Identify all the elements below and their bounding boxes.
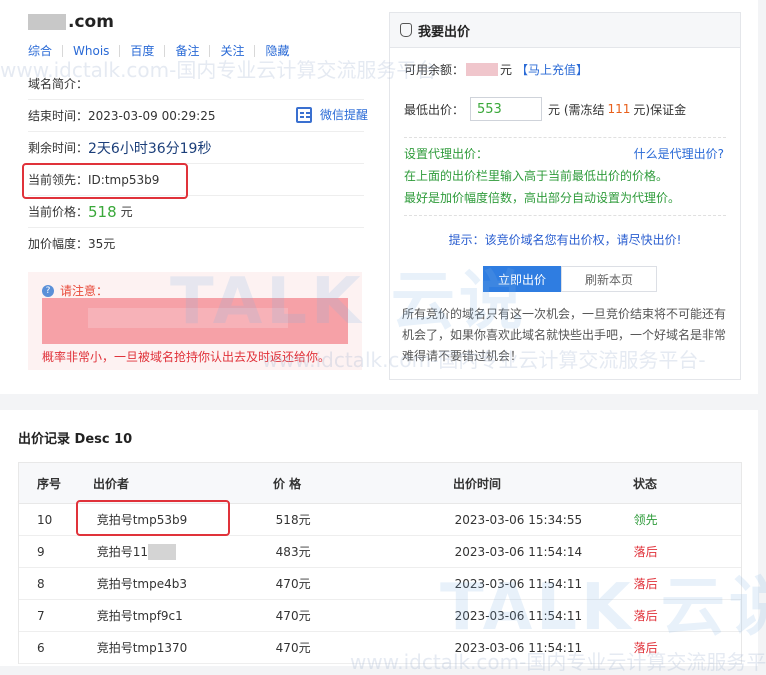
deposit-value: 111 [607, 102, 631, 116]
table-row: 8 竞拍号tmpe4b3 470元 2023-03-06 11:54:11 落后 [19, 568, 741, 600]
header-bidder: 出价者 [93, 476, 130, 491]
bid-panel-title: 我要出价 [418, 24, 471, 40]
link-hide[interactable]: 隐藏 [254, 45, 299, 57]
price-unit: 元 [120, 205, 133, 219]
wechat-reminder-label: 微信提醒 [320, 108, 369, 122]
bid-amount-input[interactable]: 553 [470, 97, 543, 121]
increment-label: 加价幅度： [28, 237, 89, 251]
panel-divider-1 [404, 137, 726, 138]
link-follow[interactable]: 关注 [209, 45, 254, 57]
deposit-post: 元)保证金 [633, 102, 687, 117]
link-note[interactable]: 备注 [164, 45, 209, 57]
link-overview[interactable]: 综合 [28, 45, 62, 57]
table-row: 7 竞拍号tmpf9c1 470元 2023-03-06 11:54:11 落后 [19, 600, 741, 632]
bid-description: 所有竞价的域名只有这一次机会，一旦竞价结束将不可能还有机会了，如果你喜欢此域名就… [402, 307, 727, 363]
status-badge: 落后 [633, 545, 658, 559]
proxy-label: 设置代理出价： [404, 147, 489, 161]
deposit-pre: 元 (需冻结 [548, 102, 605, 117]
proxy-line-1: 在上面的出价栏里输入高于当前最低出价的价格。 [404, 169, 669, 183]
remaining-value: 2天6小时36分19秒 [88, 140, 212, 157]
notice-box: ? 请注意： 概率非常小，一旦被域名抢持你认出去及时返还给你。 [28, 272, 362, 370]
bid-now-button[interactable]: 立即出价 [483, 266, 561, 292]
balance-row: 可用余额： 元 【马上充值】 [404, 61, 588, 78]
leader-highlight-box [22, 163, 188, 199]
min-bid-row: 最低出价： 553 元 (需冻结 111 元)保证金 [404, 97, 686, 121]
header-status: 状态 [633, 476, 658, 491]
end-time-value: 2023-03-09 00:29:25 [88, 108, 216, 123]
records-title: 出价记录 Desc 10 [18, 432, 133, 447]
price-value: 518 [88, 202, 117, 221]
bid-panel: 我要出价 可用余额： 元 【马上充值】 最低出价： 553 元 (需冻结 111… [389, 12, 741, 380]
domain-name: .com [28, 12, 114, 32]
bidder-highlight-box [76, 500, 230, 536]
masked-domain [28, 14, 66, 30]
intro-row: 域名简介： [28, 68, 364, 100]
table-header: 序号 出价者 价 格 出价时间 状态 [19, 463, 741, 504]
refresh-button[interactable]: 刷新本页 [561, 266, 657, 292]
bid-tip: 提示：该竞价域名您有出价权，请尽快出价! [448, 233, 682, 247]
status-badge: 落后 [633, 609, 658, 623]
question-icon: ? [42, 284, 54, 297]
end-time-label: 结束时间： [28, 109, 89, 123]
price-label: 当前价格： [28, 205, 89, 219]
header-price: 价 格 [273, 476, 302, 491]
domain-links: 综合 Whois 百度 备注 关注 隐藏 [28, 45, 299, 57]
notice-text: 概率非常小，一旦被域名抢持你认出去及时返还给你。 [42, 350, 331, 364]
price-row: 当前价格： 518 元 [28, 196, 364, 228]
header-no: 序号 [37, 476, 62, 491]
recharge-link[interactable]: 【马上充值】 [516, 61, 588, 78]
wechat-reminder-button[interactable]: 微信提醒 [296, 106, 368, 123]
intro-label: 域名简介： [28, 77, 89, 91]
header-time: 出价时间 [453, 476, 502, 491]
min-bid-label: 最低出价： [404, 102, 465, 117]
balance-label: 可用余额： [404, 63, 465, 77]
status-badge: 落后 [633, 577, 658, 591]
masked-balance [466, 63, 499, 76]
remaining-row: 剩余时间： 2天6小时36分19秒 [28, 132, 364, 164]
masked-notice-text-inner [88, 308, 288, 328]
notice-title: ? 请注意： [42, 282, 108, 299]
status-badge: 落后 [633, 641, 658, 655]
table-row: 9 竞拍号11 483元 2023-03-06 11:54:14 落后 [19, 536, 741, 568]
money-bag-icon [400, 23, 412, 37]
bid-records-card: 出价记录 Desc 10 序号 出价者 价 格 出价时间 状态 10 竞拍号tm… [0, 410, 758, 666]
remaining-label: 剩余时间： [28, 141, 89, 155]
panel-divider-2 [404, 215, 726, 216]
link-whois[interactable]: Whois [62, 45, 119, 57]
records-table: 序号 出价者 价 格 出价时间 状态 10 竞拍号tmp53b9 518元 20… [18, 462, 742, 664]
increment-value: 35元 [88, 237, 116, 251]
bid-panel-header: 我要出价 [390, 13, 740, 48]
proxy-help-link[interactable]: 什么是代理出价? [634, 145, 724, 162]
increment-row: 加价幅度： 35元 [28, 228, 364, 259]
status-badge: 领先 [633, 513, 658, 527]
link-baidu[interactable]: 百度 [119, 45, 164, 57]
balance-unit: 元 [500, 63, 513, 77]
masked-bidder [147, 544, 176, 561]
table-row: 6 竞拍号tmp1370 470元 2023-03-06 11:54:11 落后 [19, 632, 741, 664]
proxy-line-2: 最好是加价幅度倍数，高出部分自动设置为代理价。 [404, 191, 681, 205]
calendar-icon [296, 106, 312, 123]
domain-info-card: .com 综合 Whois 百度 备注 关注 隐藏 域名简介： 结束时间： 20… [0, 0, 758, 394]
